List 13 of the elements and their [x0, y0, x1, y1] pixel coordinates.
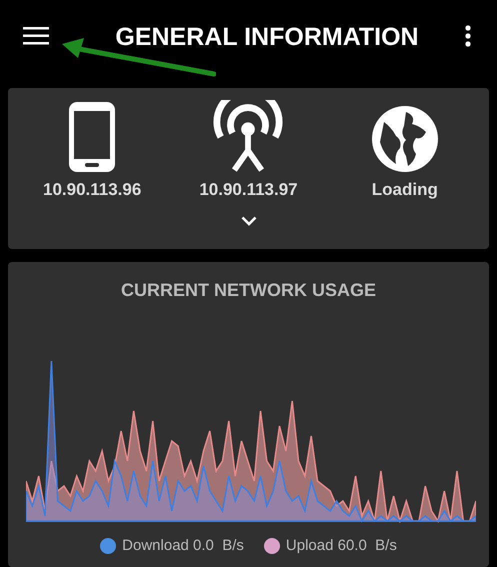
phone-icon [69, 102, 116, 172]
menu-icon[interactable] [23, 27, 49, 45]
device-address: 10.90.113.97 [199, 180, 298, 200]
chart-title: CURRENT NETWORK USAGE [121, 280, 376, 301]
page-title: GENERAL INFORMATION [114, 22, 420, 52]
antenna-icon [212, 100, 284, 172]
chevron-down-icon[interactable] [240, 216, 256, 226]
device-address: 10.90.113.96 [42, 180, 142, 200]
legend-label: Download 0.0 B/s [122, 537, 244, 554]
more-options-icon[interactable] [465, 25, 471, 47]
device-address: Loading [372, 180, 438, 200]
globe-icon [372, 106, 438, 172]
legend-label: Upload 60.0 B/s [286, 537, 397, 554]
